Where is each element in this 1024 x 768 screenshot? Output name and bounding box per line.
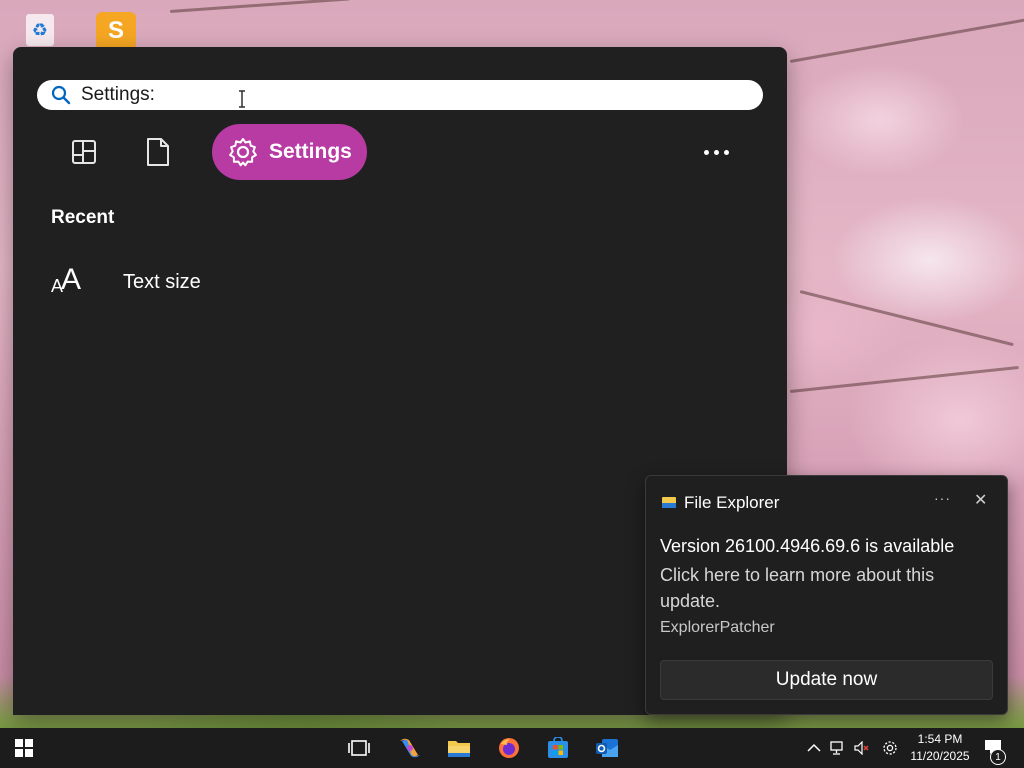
task-view-button[interactable] [347, 736, 371, 760]
update-notification[interactable]: File Explorer ··· ✕ Version 26100.4946.6… [645, 475, 1008, 715]
wallpaper-branch [169, 0, 350, 13]
volume-button[interactable] [854, 740, 870, 756]
settings-icon [229, 138, 257, 167]
wallpaper-branch [789, 18, 1024, 63]
firefox-button[interactable] [497, 736, 521, 760]
notification-app-name: File Explorer [684, 493, 780, 512]
firefox-icon [499, 738, 519, 758]
update-now-button[interactable]: Update now [660, 660, 993, 700]
recent-item-label: Text size [123, 270, 201, 293]
settings-tray-button[interactable] [882, 740, 898, 756]
apps-filter-button[interactable] [69, 137, 99, 167]
volume-muted-icon [854, 741, 869, 755]
task-view-icon [348, 740, 370, 756]
dot [723, 149, 729, 155]
taskbar-clock[interactable]: 1:54 PM 11/20/2025 [900, 731, 980, 765]
clock-date: 11/20/2025 [910, 749, 970, 763]
outlook-button[interactable] [595, 736, 619, 760]
notification-body: Click here to learn more about this upda… [660, 565, 935, 611]
network-icon [830, 741, 843, 755]
microsoft-store-icon [548, 737, 568, 758]
notification-more-button[interactable]: ··· [934, 490, 951, 506]
sublime-text-icon[interactable]: S [96, 8, 136, 50]
dot [713, 149, 719, 155]
search-box[interactable] [37, 80, 763, 110]
search-input[interactable] [81, 84, 681, 106]
text-size-icon: AA [51, 263, 81, 296]
clock-time: 1:54 PM [917, 732, 963, 746]
notification-count-badge: 1 [990, 749, 1006, 765]
search-filter-row: Settings [13, 124, 787, 180]
chevron-up-icon [807, 743, 821, 752]
notification-close-button[interactable]: ✕ [974, 490, 987, 510]
show-hidden-icons-button[interactable] [806, 740, 822, 756]
recycle-symbol-icon: ♻ [26, 14, 54, 46]
network-button[interactable] [830, 740, 846, 756]
file-explorer-button[interactable] [447, 736, 471, 760]
settings-filter-label: Settings [269, 140, 352, 163]
notification-source: ExplorerPatcher [660, 619, 775, 636]
recent-heading: Recent [51, 207, 115, 228]
file-explorer-icon [448, 741, 470, 757]
copilot-icon [400, 738, 420, 758]
settings-filter-button[interactable]: Settings [212, 124, 367, 180]
documents-filter-button[interactable] [143, 137, 173, 167]
more-options-button[interactable] [701, 142, 731, 162]
wallpaper-branch [789, 365, 1019, 393]
wallpaper-branch [799, 290, 1014, 347]
text-cursor-icon [239, 90, 245, 108]
taskbar: 1:54 PM 11/20/2025 1 [0, 728, 1024, 768]
documents-icon [147, 138, 169, 166]
dot [703, 149, 709, 155]
apps-icon [72, 140, 96, 164]
copilot-button[interactable] [398, 736, 422, 760]
notification-title: Version 26100.4946.69.6 is available [660, 536, 955, 556]
start-button[interactable] [12, 736, 36, 760]
search-icon [51, 85, 71, 105]
file-explorer-icon [662, 497, 676, 508]
outlook-icon [596, 739, 618, 757]
recycle-bin-icon[interactable]: ♻ [20, 8, 60, 48]
start-icon [15, 739, 33, 757]
microsoft-store-button[interactable] [546, 736, 570, 760]
recent-item-text-size[interactable]: AA Text size [51, 257, 451, 307]
gear-icon [883, 741, 897, 755]
sublime-logo-icon: S [96, 12, 136, 50]
